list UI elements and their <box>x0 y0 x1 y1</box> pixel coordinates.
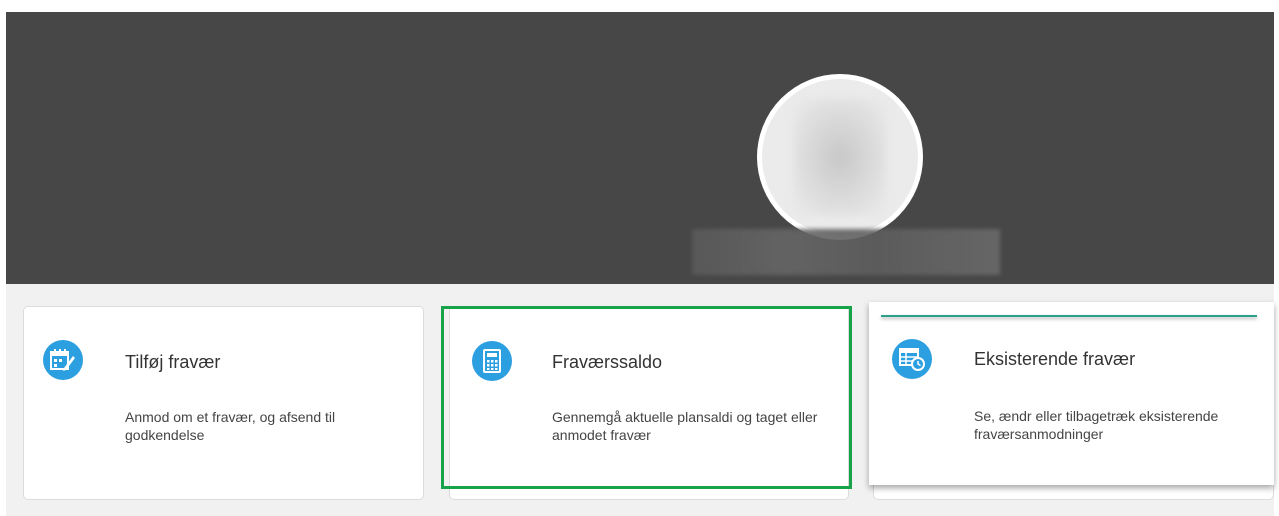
card-accent-line <box>881 315 1257 317</box>
avatar-photo-redacted <box>794 99 886 215</box>
card-title: Eksisterende fravær <box>974 349 1136 369</box>
add-absence-card[interactable]: Tilføj fravær Anmod om et fravær, og afs… <box>23 306 424 500</box>
existing-absence-card[interactable]: Eksisterende fravær Se, ændr eller tilba… <box>869 302 1274 485</box>
card-title: Tilføj fravær <box>125 352 221 372</box>
card-title: Fraværssaldo <box>552 352 663 372</box>
absence-balance-card[interactable]: Fraværssaldo Gennemgå aktuelle plansaldi… <box>449 306 849 500</box>
table-clock-icon <box>892 339 932 379</box>
calendar-edit-icon <box>43 340 83 380</box>
user-name-redacted <box>692 229 1000 275</box>
card-description: Se, ændr eller tilbagetræk eksisterende … <box>974 408 1219 442</box>
card-description: Anmod om et fravær, og afsend til godken… <box>125 409 336 443</box>
calculator-icon <box>472 341 512 381</box>
card-description: Gennemgå aktuelle plansaldi og taget ell… <box>552 409 818 443</box>
profile-banner <box>6 12 1274 284</box>
avatar <box>757 74 923 240</box>
absence-page: Tilføj fravær Anmod om et fravær, og afs… <box>0 0 1279 516</box>
